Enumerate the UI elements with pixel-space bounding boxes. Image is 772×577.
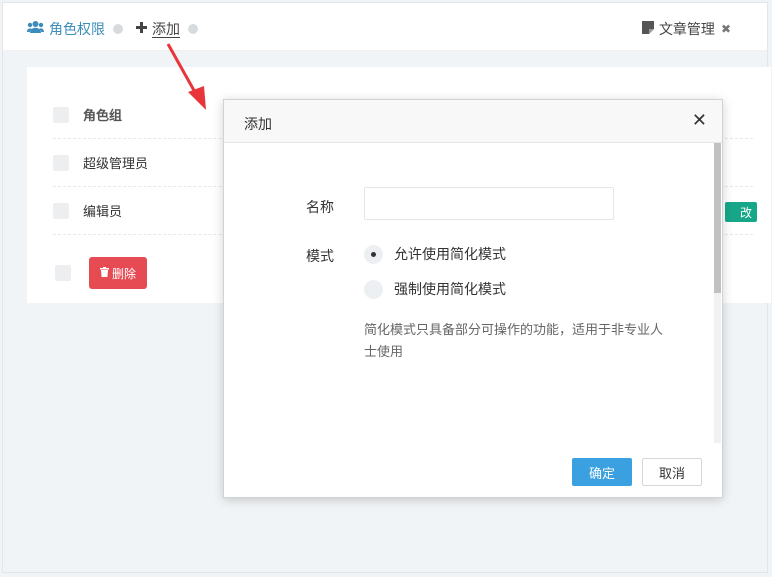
dialog-header: 添加 ✕ (224, 100, 722, 143)
role-name: 超级管理员 (83, 157, 149, 172)
name-label: 名称 (306, 200, 334, 216)
delete-label: 删除 (111, 266, 136, 281)
confirm-button[interactable]: 确定 (572, 458, 632, 486)
close-icon[interactable]: ✖ (721, 22, 731, 36)
role-name: 编辑员 (83, 205, 123, 220)
cancel-button[interactable]: 取消 (642, 458, 702, 486)
tab-bar: 角色权限 添加 文章管理 ✖ (3, 3, 767, 51)
edit-button[interactable]: 改 (725, 202, 757, 222)
scrollbar-thumb[interactable] (714, 143, 721, 293)
radio-force-simple-mode[interactable]: 强制使用简化模式 (364, 279, 506, 299)
tab-add[interactable]: 添加 (136, 19, 198, 39)
radio-allow-simple-mode[interactable]: 允许使用简化模式 (364, 244, 506, 264)
tab-roles[interactable]: 角色权限 (27, 19, 123, 39)
tab-add-label: 添加 (152, 22, 180, 38)
column-header-role-group: 角色组 (83, 109, 123, 124)
tab-articles[interactable]: 文章管理 ✖ (641, 19, 731, 39)
plus-icon (136, 21, 147, 37)
mode-help-text: 简化模式只具备部分可操作的功能，适用于非专业人士使用 (364, 323, 664, 360)
document-icon (641, 20, 654, 38)
row-checkbox[interactable] (53, 154, 69, 171)
name-input[interactable] (364, 187, 614, 220)
tab-status-dot (113, 24, 123, 34)
row-checkbox[interactable] (53, 202, 69, 219)
edit-label: 改 (739, 205, 752, 220)
tab-roles-label: 角色权限 (49, 22, 105, 38)
radio-label: 强制使用简化模式 (394, 282, 506, 298)
tab-articles-label: 文章管理 (658, 22, 715, 38)
tab-status-dot (188, 24, 198, 34)
trash-icon (99, 266, 109, 280)
users-icon (27, 20, 44, 38)
mode-label: 模式 (306, 249, 334, 265)
radio-label: 允许使用简化模式 (394, 247, 506, 263)
radio-unselected-icon[interactable] (364, 279, 383, 299)
select-all-checkbox[interactable] (53, 106, 69, 123)
annotation-arrow (166, 43, 206, 110)
dialog-title: 添加 (244, 117, 272, 133)
radio-selected-icon[interactable] (364, 244, 383, 264)
delete-button[interactable]: 删除 (89, 257, 147, 289)
dialog-scrollbar[interactable] (714, 143, 721, 443)
add-dialog: 添加 ✕ 名称 模式 允许使用简化模式 强制使用简化模式 简化模式只具备部分可操… (223, 99, 723, 498)
bulk-select-checkbox[interactable] (55, 265, 71, 281)
close-icon[interactable]: ✕ (692, 112, 707, 130)
